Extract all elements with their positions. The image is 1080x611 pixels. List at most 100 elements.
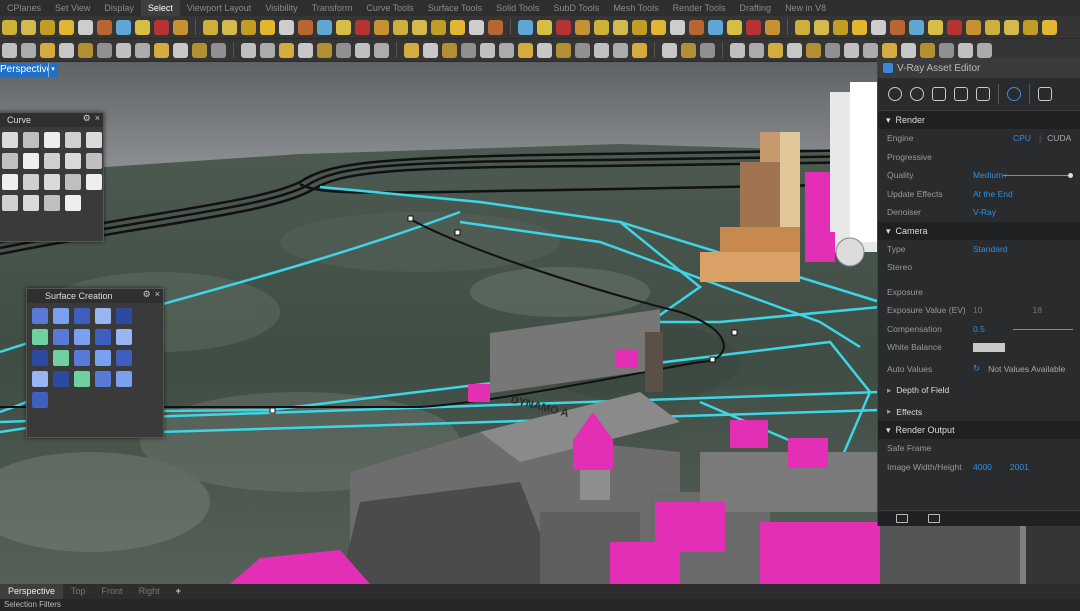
- toolbar-tool-icon[interactable]: [833, 19, 848, 35]
- toolbar-tool-icon[interactable]: [393, 19, 408, 35]
- toolbar-tool-icon[interactable]: [40, 42, 55, 58]
- tool-icon[interactable]: [74, 308, 90, 324]
- toolbar-tool-icon[interactable]: [260, 42, 275, 58]
- section-render[interactable]: ▾ Render: [878, 111, 1080, 129]
- toolbar-tool-icon[interactable]: [298, 19, 313, 35]
- section-render-output[interactable]: ▾ Render Output: [878, 421, 1080, 439]
- toolbar-tool-icon[interactable]: [499, 42, 514, 58]
- vray-title-bar[interactable]: V-Ray Asset Editor: [878, 58, 1080, 78]
- toolbar-tool-icon[interactable]: [928, 19, 943, 35]
- toolbar-tool-icon[interactable]: [355, 19, 370, 35]
- compensation-slider[interactable]: [1013, 328, 1073, 330]
- toolbar-tool-icon[interactable]: [423, 42, 438, 58]
- menu-tab-set-view[interactable]: Set View: [48, 0, 97, 16]
- image-height-value[interactable]: 2001: [1010, 462, 1029, 472]
- toolbar-tool-icon[interactable]: [594, 19, 609, 35]
- tool-icon[interactable]: [2, 153, 18, 169]
- toolbar-tool-icon[interactable]: [909, 19, 924, 35]
- toolbar-tool-icon[interactable]: [431, 19, 446, 35]
- tool-icon[interactable]: [32, 308, 48, 324]
- toolbar-tool-icon[interactable]: [241, 19, 256, 35]
- close-icon[interactable]: ×: [95, 113, 100, 124]
- toolbar-tool-icon[interactable]: [21, 42, 36, 58]
- toolbar-tool-icon[interactable]: [765, 19, 780, 35]
- tool-icon[interactable]: [2, 195, 18, 211]
- toolbar-tool-icon[interactable]: [154, 19, 169, 35]
- settings-gear-icon[interactable]: [1007, 87, 1021, 101]
- curve-panel-header[interactable]: Curve ⚙ ×: [0, 113, 103, 127]
- tool-icon[interactable]: [53, 350, 69, 366]
- toolbar-tool-icon[interactable]: [632, 42, 647, 58]
- toolbar-tool-icon[interactable]: [806, 42, 821, 58]
- geometry-icon[interactable]: [932, 87, 946, 101]
- engine-cpu-option[interactable]: CPU: [1013, 133, 1031, 143]
- gear-icon[interactable]: ⚙: [83, 113, 91, 124]
- view-tab-perspective[interactable]: Perspective: [0, 584, 64, 599]
- toolbar-tool-icon[interactable]: [461, 42, 476, 58]
- toolbar-tool-icon[interactable]: [469, 19, 484, 35]
- toolbar-tool-icon[interactable]: [518, 19, 533, 35]
- toolbar-tool-icon[interactable]: [40, 19, 55, 35]
- toolbar-tool-icon[interactable]: [852, 19, 867, 35]
- toolbar-tool-icon[interactable]: [2, 42, 17, 58]
- toolbar-tool-icon[interactable]: [575, 19, 590, 35]
- tool-icon[interactable]: [74, 371, 90, 387]
- toolbar-tool-icon[interactable]: [355, 42, 370, 58]
- toolbar-tool-icon[interactable]: [279, 42, 294, 58]
- toolbar-tool-icon[interactable]: [442, 42, 457, 58]
- toolbar-tool-icon[interactable]: [374, 42, 389, 58]
- row-depth-of-field[interactable]: ▸ Depth of Field: [878, 381, 1080, 400]
- toolbar-tool-icon[interactable]: [450, 19, 465, 35]
- toolbar-tool-icon[interactable]: [298, 42, 313, 58]
- menu-tab-render-tools[interactable]: Render Tools: [666, 0, 733, 16]
- toolbar-tool-icon[interactable]: [977, 42, 992, 58]
- open-folder-icon[interactable]: [896, 514, 908, 523]
- toolbar-tool-icon[interactable]: [814, 19, 829, 35]
- camera-type-value[interactable]: Standard: [973, 244, 1008, 254]
- view-tab-front[interactable]: Front: [94, 584, 131, 599]
- toolbar-tool-icon[interactable]: [192, 42, 207, 58]
- tool-icon[interactable]: [65, 153, 81, 169]
- tool-icon[interactable]: [23, 174, 39, 190]
- tool-icon[interactable]: [44, 153, 60, 169]
- tool-icon[interactable]: [65, 174, 81, 190]
- toolbar-tool-icon[interactable]: [211, 42, 226, 58]
- toolbar-tool-icon[interactable]: [890, 19, 905, 35]
- save-folder-icon[interactable]: [928, 514, 940, 523]
- toolbar-tool-icon[interactable]: [825, 42, 840, 58]
- view-tab-right[interactable]: Right: [131, 584, 168, 599]
- toolbar-tool-icon[interactable]: [985, 19, 1000, 35]
- toolbar-tool-icon[interactable]: [575, 42, 590, 58]
- toolbar-tool-icon[interactable]: [154, 42, 169, 58]
- toolbar-tool-icon[interactable]: [662, 42, 677, 58]
- toolbar-tool-icon[interactable]: [882, 42, 897, 58]
- toolbar-tool-icon[interactable]: [920, 42, 935, 58]
- toolbar-tool-icon[interactable]: [863, 42, 878, 58]
- menu-tab-new-in-v8[interactable]: New in V8: [778, 0, 833, 16]
- toolbar-tool-icon[interactable]: [708, 19, 723, 35]
- toolbar-tool-icon[interactable]: [556, 19, 571, 35]
- menu-tab-drafting[interactable]: Drafting: [733, 0, 779, 16]
- tool-icon[interactable]: [32, 329, 48, 345]
- toolbar-tool-icon[interactable]: [317, 42, 332, 58]
- tool-icon[interactable]: [32, 371, 48, 387]
- toolbar-tool-icon[interactable]: [21, 19, 36, 35]
- tool-icon[interactable]: [53, 371, 69, 387]
- menu-tab-viewport-layout[interactable]: Viewport Layout: [180, 0, 258, 16]
- menu-tab-mesh-tools[interactable]: Mesh Tools: [606, 0, 665, 16]
- tool-icon[interactable]: [86, 132, 102, 148]
- lights-icon[interactable]: [910, 87, 924, 101]
- menu-tab-display[interactable]: Display: [97, 0, 141, 16]
- toolbar-tool-icon[interactable]: [537, 42, 552, 58]
- toolbar-tool-icon[interactable]: [97, 42, 112, 58]
- toolbar-tool-icon[interactable]: [78, 42, 93, 58]
- tool-icon[interactable]: [74, 329, 90, 345]
- toolbar-tool-icon[interactable]: [632, 19, 647, 35]
- tool-icon[interactable]: [116, 329, 132, 345]
- toolbar-tool-icon[interactable]: [260, 19, 275, 35]
- menu-tab-cplanes[interactable]: CPlanes: [0, 0, 48, 16]
- tool-icon[interactable]: [53, 329, 69, 345]
- menu-tab-visibility[interactable]: Visibility: [258, 0, 304, 16]
- toolbar-tool-icon[interactable]: [78, 19, 93, 35]
- tool-icon[interactable]: [2, 174, 18, 190]
